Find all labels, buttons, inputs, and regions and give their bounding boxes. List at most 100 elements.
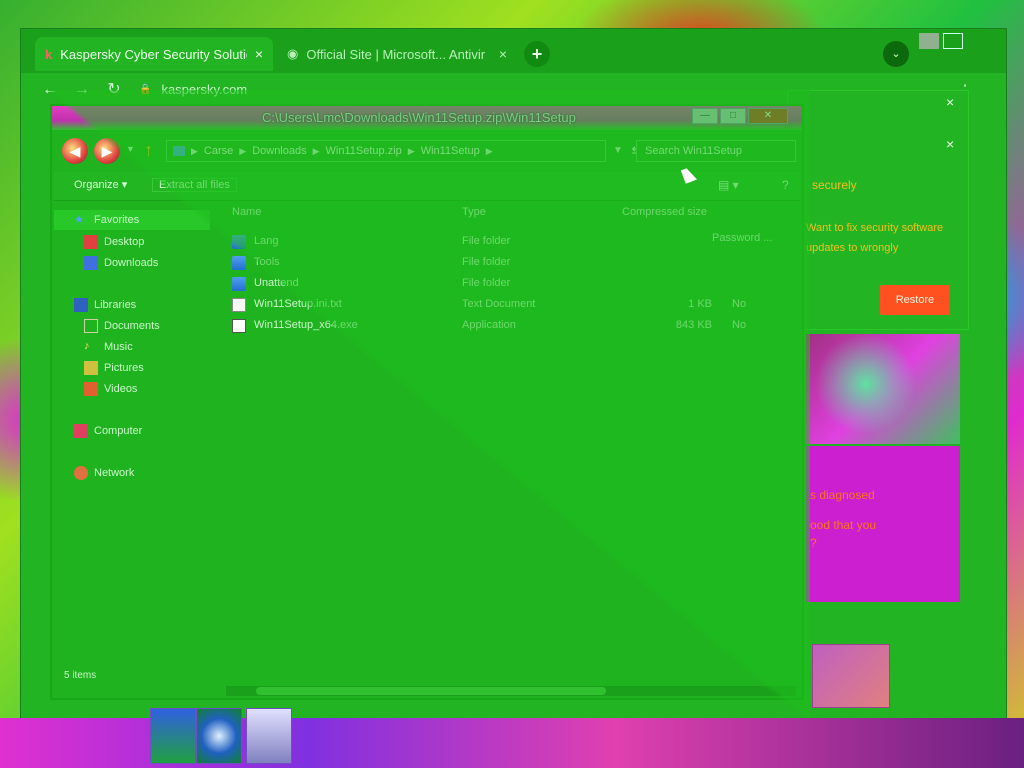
taskbar-item-browser[interactable]	[196, 708, 242, 764]
file-password: No	[732, 319, 747, 331]
file-name: Win11Setup_x64.exe	[254, 319, 358, 331]
folder-icon	[173, 146, 185, 156]
window-title: C:\Users\Lmc\Downloads\Win11Setup.zip\Wi…	[262, 110, 576, 125]
computer-icon	[74, 424, 88, 438]
address-dropdown-icon[interactable]: ▼	[608, 140, 628, 162]
nav-libraries[interactable]: Libraries	[54, 295, 136, 315]
file-password: No	[732, 298, 747, 310]
file-row[interactable]: Win11Setup.ini.txt Text Document 1 KB No	[232, 295, 792, 315]
tab-close-icon[interactable]: ×	[499, 46, 507, 62]
recent-pages-chevron-icon[interactable]: ▼	[126, 144, 135, 154]
tab-search-button[interactable]: ⌄	[883, 41, 909, 67]
maximize-button[interactable]: □	[720, 108, 746, 124]
folder-icon	[232, 277, 246, 291]
file-row[interactable]: Unattend File folder	[232, 274, 792, 294]
file-name: Unattend	[254, 277, 299, 289]
taskbar-item[interactable]	[150, 708, 196, 764]
file-row[interactable]: Tools File folder	[232, 253, 792, 273]
nav-favorites[interactable]: ★ Favorites	[54, 210, 210, 230]
nav-label: Desktop	[104, 236, 145, 248]
search-input[interactable]: Search Win11Setup	[636, 140, 796, 162]
taskbar-item-explorer[interactable]	[246, 708, 292, 764]
file-type: File folder	[462, 235, 511, 247]
globe-icon: ◉	[287, 46, 299, 61]
browser-minimize-button[interactable]	[919, 33, 939, 49]
breadcrumb-item[interactable]: Win11Setup	[421, 145, 480, 157]
file-type: Application	[462, 319, 516, 331]
column-type[interactable]: Type	[462, 206, 486, 218]
help-icon[interactable]: ?	[782, 178, 789, 192]
panel-text: Want to fix security software updates to…	[806, 222, 944, 254]
file-row[interactable]: Win11Setup_x64.exe Application 843 KB No	[232, 316, 792, 336]
file-list: Name Type Compressed size Password ... L…	[222, 206, 798, 676]
breadcrumb-item[interactable]: Win11Setup.zip	[326, 145, 402, 157]
status-bar: 5 items	[64, 670, 97, 681]
promo-link[interactable]: ood that you	[810, 518, 876, 532]
promo-link[interactable]: s diagnosed	[810, 488, 875, 502]
browser-maximize-button[interactable]	[943, 33, 963, 49]
navigation-pane: ★ Favorites Desktop Downloads Libraries …	[54, 206, 214, 686]
minimize-button[interactable]: —	[692, 108, 718, 124]
nav-desktop[interactable]: Desktop	[54, 232, 144, 252]
nav-label: Network	[94, 467, 135, 479]
tab-kaspersky[interactable]: k Kaspersky Cyber Security Solutio ×	[35, 37, 273, 71]
file-row[interactable]: Lang File folder	[232, 232, 792, 252]
library-icon	[74, 298, 88, 312]
organize-button[interactable]: Organize ▾	[74, 178, 127, 191]
promo-link[interactable]: ?	[810, 536, 817, 550]
lock-icon: 🔒	[139, 84, 152, 95]
reload-button[interactable]: ↻	[103, 79, 125, 101]
up-folder-icon[interactable]: ↑	[144, 140, 153, 161]
promo-thumbnail	[812, 644, 890, 708]
forward-button[interactable]: →	[71, 79, 93, 101]
breadcrumb[interactable]: ▶ Carse ▶ Downloads ▶ Win11Setup.zip ▶ W…	[166, 140, 606, 162]
column-name[interactable]: Name	[232, 206, 261, 218]
nav-music[interactable]: ♪ Music	[54, 337, 133, 357]
restore-button[interactable]: Restore	[880, 285, 950, 315]
tab-official-site[interactable]: ◉ Official Site | Microsoft... Antivir ×	[277, 37, 517, 71]
breadcrumb-item[interactable]: Carse	[204, 145, 233, 157]
scrollbar-thumb[interactable]	[256, 687, 606, 695]
nav-documents[interactable]: Documents	[54, 316, 160, 336]
file-type: File folder	[462, 277, 511, 289]
address-bar[interactable]: 🔒 kaspersky.com	[139, 79, 247, 101]
tab-close-icon[interactable]: ×	[255, 46, 263, 62]
nav-videos[interactable]: Videos	[54, 379, 137, 399]
explorer-window: C:\Users\Lmc\Downloads\Win11Setup.zip\Wi…	[50, 104, 804, 700]
column-compressed-size[interactable]: Compressed size	[622, 206, 707, 218]
view-options-icon[interactable]: ▤ ▾	[718, 178, 739, 192]
videos-icon	[84, 382, 98, 396]
network-icon	[74, 466, 88, 480]
popup-close-icon[interactable]: ×	[946, 136, 954, 152]
file-name: Win11Setup.ini.txt	[254, 298, 342, 310]
pictures-icon	[84, 361, 98, 375]
tab-label: Official Site | Microsoft... Antivir	[306, 46, 486, 62]
back-button[interactable]: ←	[39, 79, 61, 101]
documents-icon	[84, 319, 98, 333]
nav-pictures[interactable]: Pictures	[54, 358, 144, 378]
nav-downloads[interactable]: Downloads	[54, 253, 158, 273]
folder-icon	[232, 235, 246, 249]
back-arrow-icon[interactable]: ◀	[62, 138, 88, 164]
promo-image	[806, 334, 960, 444]
close-button[interactable]: ✕	[748, 108, 788, 124]
file-name: Lang	[254, 235, 279, 247]
new-tab-button[interactable]: +	[524, 41, 550, 67]
explorer-nav-bar: ◀ ▶ ▼ ↑ ▶ Carse ▶ Downloads ▶ Win11Setup…	[56, 136, 800, 164]
nav-label: Documents	[104, 320, 160, 332]
nav-label: Favorites	[94, 214, 140, 226]
extract-all-button[interactable]: Extract all files	[152, 178, 237, 192]
tab-label: Kaspersky Cyber Security Solutio	[60, 46, 247, 62]
nav-computer[interactable]: Computer	[54, 421, 142, 441]
nav-label: Downloads	[104, 257, 159, 269]
nav-network[interactable]: Network	[54, 463, 134, 483]
star-icon: ★	[74, 214, 84, 226]
breadcrumb-item[interactable]: Downloads	[252, 145, 306, 157]
nav-label: Libraries	[94, 299, 137, 311]
folder-icon	[232, 256, 246, 270]
nav-label: Music	[104, 341, 133, 353]
application-icon	[232, 319, 246, 333]
horizontal-scrollbar[interactable]	[226, 686, 796, 696]
forward-arrow-icon[interactable]: ▶	[94, 138, 120, 164]
panel-close-icon[interactable]: ×	[946, 94, 954, 110]
